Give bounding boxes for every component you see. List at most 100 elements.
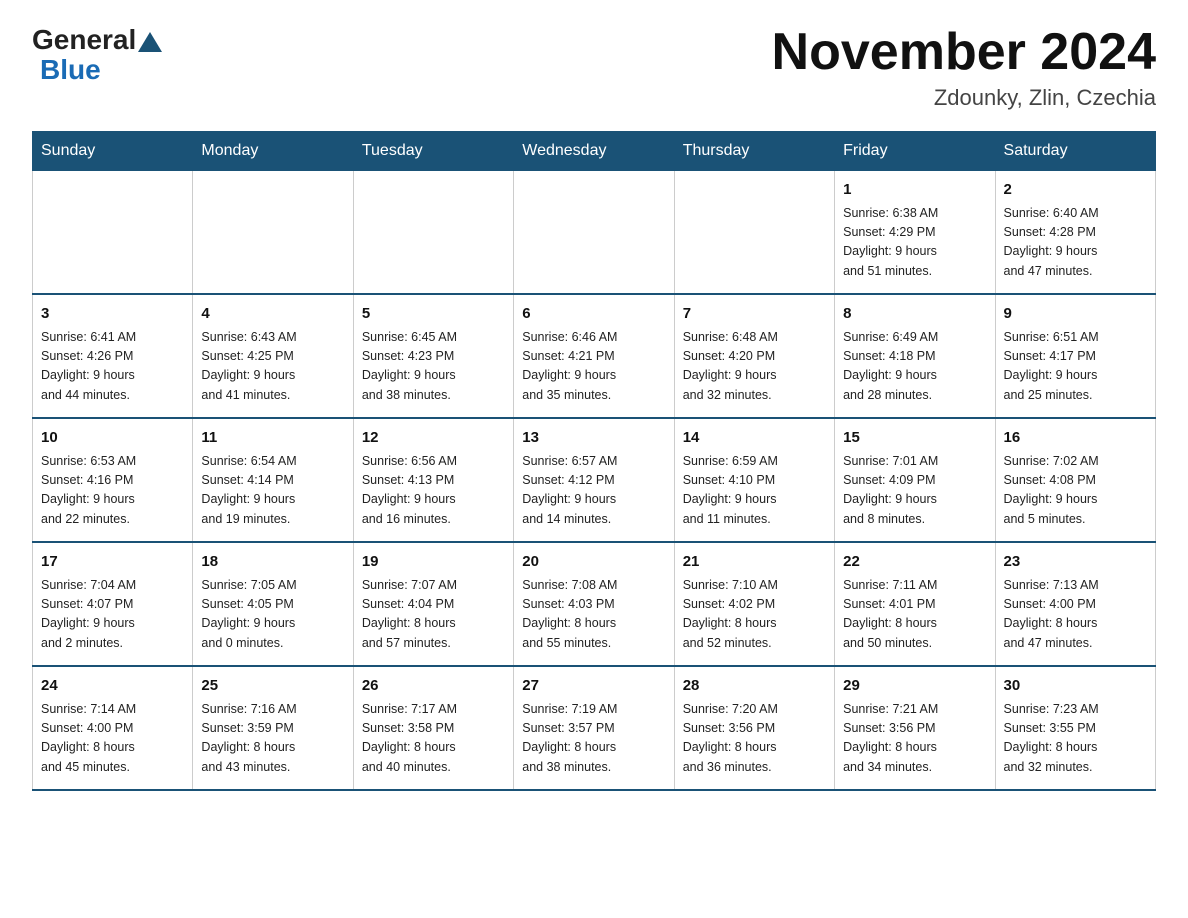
day-info: Sunrise: 6:48 AM Sunset: 4:20 PM Dayligh… xyxy=(683,328,826,406)
calendar-week-row: 24Sunrise: 7:14 AM Sunset: 4:00 PM Dayli… xyxy=(33,666,1156,790)
day-info: Sunrise: 6:53 AM Sunset: 4:16 PM Dayligh… xyxy=(41,452,184,530)
day-number: 25 xyxy=(201,675,344,698)
calendar-day-cell: 15Sunrise: 7:01 AM Sunset: 4:09 PM Dayli… xyxy=(835,418,995,542)
day-info: Sunrise: 7:14 AM Sunset: 4:00 PM Dayligh… xyxy=(41,700,184,778)
calendar-week-row: 10Sunrise: 6:53 AM Sunset: 4:16 PM Dayli… xyxy=(33,418,1156,542)
calendar-day-cell xyxy=(33,171,193,295)
calendar-week-row: 17Sunrise: 7:04 AM Sunset: 4:07 PM Dayli… xyxy=(33,542,1156,666)
calendar-day-cell: 17Sunrise: 7:04 AM Sunset: 4:07 PM Dayli… xyxy=(33,542,193,666)
calendar-day-cell: 14Sunrise: 6:59 AM Sunset: 4:10 PM Dayli… xyxy=(674,418,834,542)
logo-triangle-icon xyxy=(138,32,162,52)
day-number: 19 xyxy=(362,551,505,574)
day-info: Sunrise: 6:46 AM Sunset: 4:21 PM Dayligh… xyxy=(522,328,665,406)
day-info: Sunrise: 6:54 AM Sunset: 4:14 PM Dayligh… xyxy=(201,452,344,530)
weekday-header-monday: Monday xyxy=(193,132,353,171)
day-info: Sunrise: 6:43 AM Sunset: 4:25 PM Dayligh… xyxy=(201,328,344,406)
day-number: 13 xyxy=(522,427,665,450)
day-info: Sunrise: 7:10 AM Sunset: 4:02 PM Dayligh… xyxy=(683,576,826,654)
day-number: 8 xyxy=(843,303,986,326)
day-info: Sunrise: 7:11 AM Sunset: 4:01 PM Dayligh… xyxy=(843,576,986,654)
calendar-table: SundayMondayTuesdayWednesdayThursdayFrid… xyxy=(32,131,1156,791)
calendar-day-cell: 27Sunrise: 7:19 AM Sunset: 3:57 PM Dayli… xyxy=(514,666,674,790)
calendar-day-cell: 10Sunrise: 6:53 AM Sunset: 4:16 PM Dayli… xyxy=(33,418,193,542)
day-number: 11 xyxy=(201,427,344,450)
day-info: Sunrise: 6:49 AM Sunset: 4:18 PM Dayligh… xyxy=(843,328,986,406)
day-info: Sunrise: 6:38 AM Sunset: 4:29 PM Dayligh… xyxy=(843,204,986,282)
calendar-day-cell: 28Sunrise: 7:20 AM Sunset: 3:56 PM Dayli… xyxy=(674,666,834,790)
day-info: Sunrise: 6:59 AM Sunset: 4:10 PM Dayligh… xyxy=(683,452,826,530)
calendar-day-cell xyxy=(674,171,834,295)
weekday-header-wednesday: Wednesday xyxy=(514,132,674,171)
day-info: Sunrise: 6:51 AM Sunset: 4:17 PM Dayligh… xyxy=(1004,328,1147,406)
day-number: 14 xyxy=(683,427,826,450)
day-info: Sunrise: 6:45 AM Sunset: 4:23 PM Dayligh… xyxy=(362,328,505,406)
day-number: 18 xyxy=(201,551,344,574)
day-info: Sunrise: 7:17 AM Sunset: 3:58 PM Dayligh… xyxy=(362,700,505,778)
day-info: Sunrise: 7:07 AM Sunset: 4:04 PM Dayligh… xyxy=(362,576,505,654)
month-year-title: November 2024 xyxy=(772,24,1156,81)
day-number: 21 xyxy=(683,551,826,574)
calendar-day-cell: 18Sunrise: 7:05 AM Sunset: 4:05 PM Dayli… xyxy=(193,542,353,666)
weekday-header-saturday: Saturday xyxy=(995,132,1155,171)
calendar-day-cell: 29Sunrise: 7:21 AM Sunset: 3:56 PM Dayli… xyxy=(835,666,995,790)
day-info: Sunrise: 7:19 AM Sunset: 3:57 PM Dayligh… xyxy=(522,700,665,778)
day-number: 28 xyxy=(683,675,826,698)
calendar-header-row: SundayMondayTuesdayWednesdayThursdayFrid… xyxy=(33,132,1156,171)
calendar-day-cell xyxy=(353,171,513,295)
calendar-day-cell: 19Sunrise: 7:07 AM Sunset: 4:04 PM Dayli… xyxy=(353,542,513,666)
day-number: 24 xyxy=(41,675,184,698)
day-number: 29 xyxy=(843,675,986,698)
day-info: Sunrise: 7:13 AM Sunset: 4:00 PM Dayligh… xyxy=(1004,576,1147,654)
calendar-day-cell xyxy=(193,171,353,295)
day-number: 1 xyxy=(843,179,986,202)
calendar-day-cell: 30Sunrise: 7:23 AM Sunset: 3:55 PM Dayli… xyxy=(995,666,1155,790)
calendar-day-cell: 12Sunrise: 6:56 AM Sunset: 4:13 PM Dayli… xyxy=(353,418,513,542)
day-number: 26 xyxy=(362,675,505,698)
calendar-day-cell: 7Sunrise: 6:48 AM Sunset: 4:20 PM Daylig… xyxy=(674,294,834,418)
calendar-day-cell: 3Sunrise: 6:41 AM Sunset: 4:26 PM Daylig… xyxy=(33,294,193,418)
calendar-day-cell: 23Sunrise: 7:13 AM Sunset: 4:00 PM Dayli… xyxy=(995,542,1155,666)
day-info: Sunrise: 6:57 AM Sunset: 4:12 PM Dayligh… xyxy=(522,452,665,530)
title-block: November 2024 Zdounky, Zlin, Czechia xyxy=(772,24,1156,111)
calendar-day-cell: 1Sunrise: 6:38 AM Sunset: 4:29 PM Daylig… xyxy=(835,171,995,295)
weekday-header-thursday: Thursday xyxy=(674,132,834,171)
day-number: 10 xyxy=(41,427,184,450)
day-info: Sunrise: 7:05 AM Sunset: 4:05 PM Dayligh… xyxy=(201,576,344,654)
calendar-day-cell: 2Sunrise: 6:40 AM Sunset: 4:28 PM Daylig… xyxy=(995,171,1155,295)
calendar-day-cell: 9Sunrise: 6:51 AM Sunset: 4:17 PM Daylig… xyxy=(995,294,1155,418)
day-number: 23 xyxy=(1004,551,1147,574)
day-number: 17 xyxy=(41,551,184,574)
logo-blue-text: Blue xyxy=(32,54,101,86)
calendar-day-cell: 20Sunrise: 7:08 AM Sunset: 4:03 PM Dayli… xyxy=(514,542,674,666)
weekday-header-tuesday: Tuesday xyxy=(353,132,513,171)
day-number: 3 xyxy=(41,303,184,326)
day-number: 5 xyxy=(362,303,505,326)
calendar-day-cell: 5Sunrise: 6:45 AM Sunset: 4:23 PM Daylig… xyxy=(353,294,513,418)
day-info: Sunrise: 7:20 AM Sunset: 3:56 PM Dayligh… xyxy=(683,700,826,778)
calendar-day-cell: 13Sunrise: 6:57 AM Sunset: 4:12 PM Dayli… xyxy=(514,418,674,542)
day-info: Sunrise: 7:16 AM Sunset: 3:59 PM Dayligh… xyxy=(201,700,344,778)
logo-general-text: General xyxy=(32,24,136,56)
calendar-week-row: 3Sunrise: 6:41 AM Sunset: 4:26 PM Daylig… xyxy=(33,294,1156,418)
calendar-day-cell: 11Sunrise: 6:54 AM Sunset: 4:14 PM Dayli… xyxy=(193,418,353,542)
location-subtitle: Zdounky, Zlin, Czechia xyxy=(772,85,1156,111)
calendar-day-cell: 21Sunrise: 7:10 AM Sunset: 4:02 PM Dayli… xyxy=(674,542,834,666)
weekday-header-friday: Friday xyxy=(835,132,995,171)
day-info: Sunrise: 7:01 AM Sunset: 4:09 PM Dayligh… xyxy=(843,452,986,530)
day-number: 30 xyxy=(1004,675,1147,698)
day-number: 12 xyxy=(362,427,505,450)
calendar-day-cell: 4Sunrise: 6:43 AM Sunset: 4:25 PM Daylig… xyxy=(193,294,353,418)
day-info: Sunrise: 6:41 AM Sunset: 4:26 PM Dayligh… xyxy=(41,328,184,406)
day-number: 15 xyxy=(843,427,986,450)
day-info: Sunrise: 7:02 AM Sunset: 4:08 PM Dayligh… xyxy=(1004,452,1147,530)
calendar-week-row: 1Sunrise: 6:38 AM Sunset: 4:29 PM Daylig… xyxy=(33,171,1156,295)
day-number: 9 xyxy=(1004,303,1147,326)
calendar-day-cell: 16Sunrise: 7:02 AM Sunset: 4:08 PM Dayli… xyxy=(995,418,1155,542)
calendar-day-cell xyxy=(514,171,674,295)
day-number: 2 xyxy=(1004,179,1147,202)
day-info: Sunrise: 7:08 AM Sunset: 4:03 PM Dayligh… xyxy=(522,576,665,654)
day-info: Sunrise: 6:40 AM Sunset: 4:28 PM Dayligh… xyxy=(1004,204,1147,282)
day-info: Sunrise: 7:23 AM Sunset: 3:55 PM Dayligh… xyxy=(1004,700,1147,778)
day-number: 27 xyxy=(522,675,665,698)
day-number: 6 xyxy=(522,303,665,326)
